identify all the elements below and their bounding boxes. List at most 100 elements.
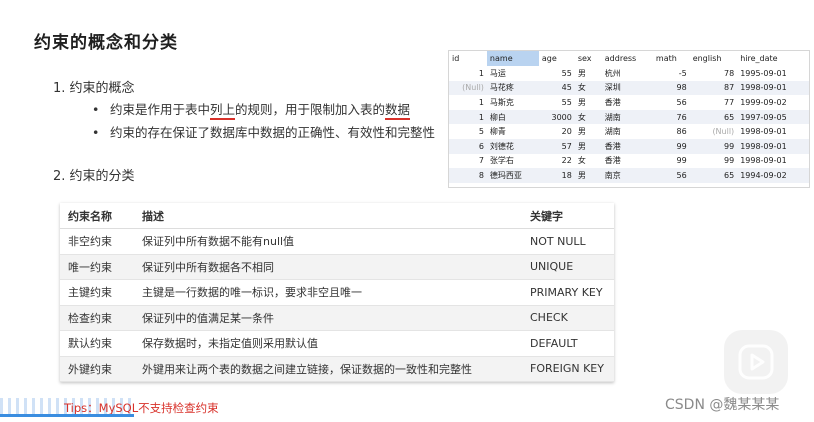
bullet-1: • 约束是作用于表中列上的规则，用于限制加入表的数据 <box>92 99 411 120</box>
table-cell: 张学右 <box>489 156 514 166</box>
table-cell: 3000 <box>538 109 575 125</box>
table-cell: (Null) <box>449 80 487 96</box>
constraint-description: 保证列中所有数据各不相同 <box>134 254 522 280</box>
column-header[interactable]: hire_date <box>737 51 809 66</box>
table-cell: 65 <box>689 109 738 125</box>
data-table-panel: id name age sex address math english hir… <box>448 50 810 188</box>
table-cell: 南京 <box>601 168 653 183</box>
table-cell: 女 <box>574 80 602 96</box>
table-cell: 杭州 <box>604 68 621 78</box>
constraint-keyword: FOREIGN KEY <box>522 356 614 382</box>
table-cell: 87 <box>689 80 738 96</box>
table-row: 外键约束 外键用来让两个表的数据之间建立链接，保证数据的一致性和完整性 FORE… <box>60 356 614 382</box>
table-row[interactable]: 6 刘德花 57 男 香港 99 99 1998-09-01 <box>449 138 809 154</box>
table-cell: 7 <box>478 156 484 166</box>
column-header[interactable]: id <box>449 51 487 66</box>
bullet1-part2: 列上 <box>210 102 236 120</box>
column-header[interactable]: math <box>653 51 690 66</box>
table-cell: 76 <box>652 109 690 125</box>
constraint-name: 外键约束 <box>60 356 134 382</box>
table-cell: 男 <box>577 97 586 107</box>
table-cell: 柳白 <box>486 109 539 125</box>
table-cell: 柳青 <box>489 127 506 137</box>
constraint-description: 保证列中的值满足某一条件 <box>134 305 522 331</box>
column-header[interactable]: address <box>602 51 653 66</box>
table-cell: 香港 <box>604 156 621 166</box>
table-cell: 1 <box>478 97 484 107</box>
column-header[interactable]: name <box>486 51 539 66</box>
watermark: CSDN @魏某某某 <box>665 397 780 413</box>
table-row: 主键约束 主键是一行数据的唯一标识，要求非空且唯一 PRIMARY KEY <box>60 279 614 306</box>
table-cell: 马斯克 <box>489 97 514 107</box>
bullet1-part4: 数据 <box>385 102 411 120</box>
table-row[interactable]: 1 柳白 3000 女 湖南 76 65 1997-09-05 <box>449 109 809 125</box>
table-cell: 女 <box>577 156 586 166</box>
constraint-keyword: NOT NULL <box>522 228 614 255</box>
table-cell: 马运 <box>489 68 506 78</box>
table-cell: 1998-09-01 <box>737 138 809 154</box>
table-row[interactable]: 7 张学右 22 女 香港 99 99 1998-09-01 <box>449 154 809 169</box>
table-cell: 湖南 <box>601 109 653 125</box>
column-header[interactable]: age <box>539 51 575 66</box>
table-cell: 男 <box>574 138 602 154</box>
constraint-keyword: UNIQUE <box>522 254 614 280</box>
table-cell: 99 <box>689 138 738 154</box>
constraint-table: 约束名称 描述 关键字 非空约束 保证列中所有数据不能有null值 NOT NU… <box>60 203 614 382</box>
bullet-2: • 约束的存在保证了数据库中数据的正确性、有效性和完整性 <box>92 122 435 141</box>
column-header: 描述 <box>134 203 522 229</box>
table-cell: 99 <box>676 156 687 166</box>
data-table-header-row: id name age sex address math english hir… <box>449 51 809 66</box>
table-row[interactable]: 1 马斯克 55 男 香港 56 77 1999-09-02 <box>449 95 809 110</box>
table-cell: 男 <box>577 127 586 137</box>
table-cell: (Null) <box>712 127 735 137</box>
table-row: 唯一约束 保证列中所有数据各不相同 UNIQUE <box>60 254 614 280</box>
constraint-keyword: CHECK <box>522 305 614 331</box>
table-cell: 德玛西亚 <box>486 168 539 183</box>
section2-heading: 2. 约束的分类 <box>53 169 135 184</box>
table-cell: 22 <box>561 156 572 166</box>
column-header[interactable]: english <box>690 51 738 66</box>
table-row: 非空约束 保证列中所有数据不能有null值 NOT NULL <box>60 228 614 255</box>
constraint-description: 主键是一行数据的唯一标识，要求非空且唯一 <box>134 279 522 306</box>
table-cell: 6 <box>449 138 487 154</box>
column-header[interactable]: sex <box>575 51 602 66</box>
table-cell: 98 <box>652 80 690 96</box>
table-cell: 香港 <box>604 97 621 107</box>
constraint-description: 保证列中所有数据不能有null值 <box>134 228 522 255</box>
table-cell: 1998-09-01 <box>740 156 787 166</box>
data-table: id name age sex address math english hir… <box>449 51 809 183</box>
table-cell: 55 <box>561 97 572 107</box>
constraint-description: 保存数据时，未指定值则采用默认值 <box>134 330 522 357</box>
constraint-name: 非空约束 <box>60 228 134 255</box>
table-row[interactable]: (Null) 马花疼 45 女 深圳 98 87 1998-09-01 <box>449 80 809 96</box>
table-row: 默认约束 保存数据时，未指定值则采用默认值 DEFAULT <box>60 330 614 357</box>
constraint-keyword: DEFAULT <box>522 330 614 357</box>
play-button[interactable] <box>724 330 788 394</box>
table-cell: 56 <box>676 97 687 107</box>
table-cell: 1994-09-02 <box>737 168 809 183</box>
table-cell: 1998-09-01 <box>737 80 809 96</box>
table-row[interactable]: 8 德玛西亚 18 男 南京 56 65 1994-09-02 <box>449 168 809 183</box>
play-icon <box>738 344 774 380</box>
table-row[interactable]: 5 柳青 20 男 湖南 86 (Null) 1998-09-01 <box>449 124 809 139</box>
page-title: 约束的概念和分类 <box>34 33 178 53</box>
table-cell: 1995-09-01 <box>740 68 787 78</box>
table-cell: 1 <box>449 109 487 125</box>
constraint-table-header-row: 约束名称 描述 关键字 <box>60 203 614 229</box>
table-cell: 香港 <box>601 138 653 154</box>
table-cell: -5 <box>678 68 687 78</box>
table-row[interactable]: 1 马运 55 男 杭州 -5 78 1995-09-01 <box>449 66 809 81</box>
table-cell: 18 <box>538 168 575 183</box>
bullet-dot: • <box>92 125 100 140</box>
table-cell: 20 <box>561 127 572 137</box>
column-header: 关键字 <box>522 203 614 229</box>
video-progress-bar[interactable] <box>0 414 134 417</box>
table-cell: 1997-09-05 <box>737 109 809 125</box>
bullet-dot: • <box>92 102 100 117</box>
constraint-name: 唯一约束 <box>60 254 134 280</box>
table-cell: 56 <box>652 168 690 183</box>
table-cell: 86 <box>676 127 687 137</box>
table-cell: 深圳 <box>601 80 653 96</box>
table-cell: 刘德花 <box>486 138 539 154</box>
table-cell: 99 <box>724 156 735 166</box>
